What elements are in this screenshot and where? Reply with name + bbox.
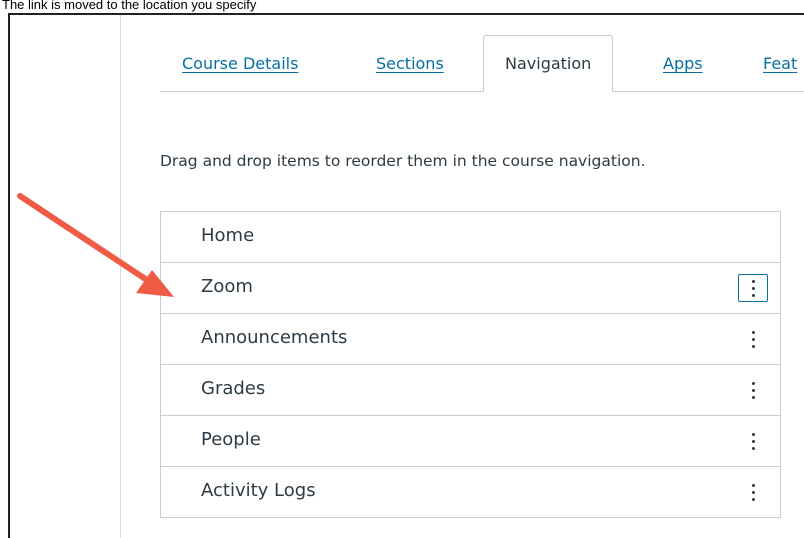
navigation-instructions: Drag and drop items to reorder them in t…	[160, 152, 646, 170]
sidebar-divider	[120, 15, 121, 538]
nav-item-people[interactable]: People	[161, 415, 780, 466]
kebab-menu-icon[interactable]	[740, 325, 766, 353]
nav-item-label: People	[201, 429, 261, 450]
course-navigation-list: Home Zoom Announcements Grades People Ac…	[160, 211, 781, 518]
nav-item-grades[interactable]: Grades	[161, 364, 780, 415]
tab-feature-options[interactable]: Feat	[763, 53, 797, 75]
tab-sections[interactable]: Sections	[376, 53, 444, 75]
tabs-baseline	[160, 91, 804, 92]
tab-apps[interactable]: Apps	[663, 53, 703, 75]
screenshot-frame: Course Details Sections Navigation Apps …	[8, 13, 804, 538]
nav-item-label: Activity Logs	[201, 480, 316, 501]
tab-navigation[interactable]: Navigation	[483, 35, 614, 92]
kebab-menu-icon[interactable]	[740, 478, 766, 506]
nav-item-zoom[interactable]: Zoom	[161, 262, 780, 313]
nav-item-label: Zoom	[201, 276, 253, 297]
nav-item-label: Home	[201, 225, 255, 246]
kebab-menu-icon[interactable]	[740, 427, 766, 455]
settings-tabs: Course Details Sections Navigation Apps …	[160, 15, 804, 92]
nav-item-activity-logs[interactable]: Activity Logs	[161, 466, 780, 517]
figure-caption: The link is moved to the location you sp…	[2, 0, 257, 12]
nav-item-label: Announcements	[201, 327, 348, 348]
nav-item-label: Grades	[201, 378, 266, 399]
nav-item-home[interactable]: Home	[161, 212, 780, 262]
nav-item-announcements[interactable]: Announcements	[161, 313, 780, 364]
tab-course-details[interactable]: Course Details	[182, 53, 298, 75]
kebab-menu-icon[interactable]	[740, 376, 766, 404]
kebab-menu-icon[interactable]	[738, 274, 768, 302]
